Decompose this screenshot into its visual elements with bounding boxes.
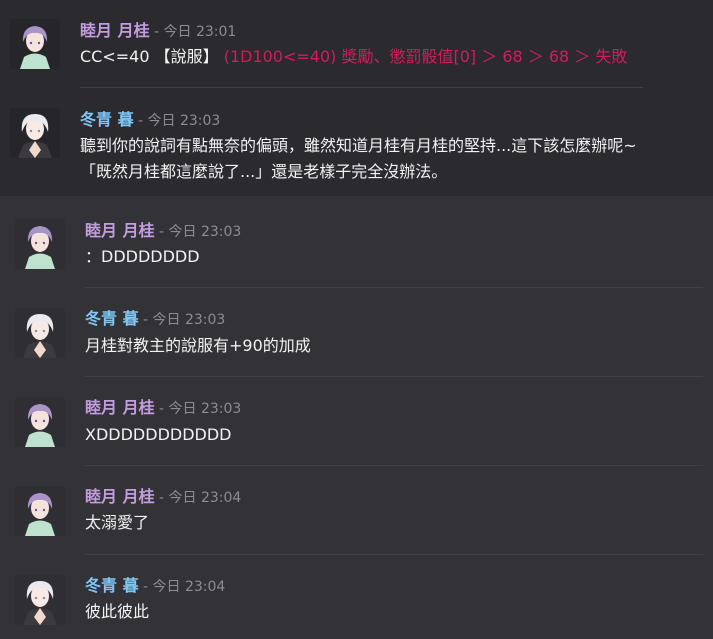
timestamp: 今日 23:03 — [152, 312, 226, 328]
author-name[interactable]: 冬青 暮 — [85, 309, 139, 328]
avatar[interactable] — [10, 19, 60, 69]
author-name[interactable]: 睦月 月桂 — [85, 221, 155, 240]
avatar[interactable] — [15, 486, 65, 536]
message-text: CC<=40 【說服】 (1D100<=40) 獎勵、懲罰骰值[0] ＞ 68 … — [80, 45, 627, 69]
message-text: 彼此彼此 — [85, 602, 150, 621]
white-hair-avatar-icon — [10, 108, 60, 158]
message-divider — [85, 287, 703, 288]
message-text: 太溺愛了 — [85, 513, 150, 532]
timestamp-separator: - — [154, 401, 169, 417]
timestamp-separator: - — [133, 113, 148, 129]
author-name[interactable]: 冬青 暮 — [85, 576, 139, 595]
message-divider — [80, 87, 643, 88]
author-name[interactable]: 冬青 暮 — [80, 110, 134, 129]
chat-log: 睦月 月桂 - 今日 23:01 CC<=40 【說服】 (1D100<=40)… — [0, 0, 713, 639]
avatar[interactable] — [15, 308, 65, 358]
timestamp: 今日 23:01 — [163, 24, 237, 40]
timestamp-separator: - — [154, 490, 169, 506]
white-hair-avatar-icon — [15, 575, 65, 625]
message-text: 「既然月桂都這麼說了...」還是老樣子完全沒辦法。 — [80, 162, 448, 181]
message-text: 月桂對教主的說服有+90的加成 — [85, 336, 311, 355]
avatar[interactable] — [15, 575, 65, 625]
avatar[interactable] — [10, 108, 60, 158]
author-name[interactable]: 睦月 月桂 — [85, 398, 155, 417]
message-text: 聽到你的說詞有點無奈的偏頭，雖然知道月桂有月桂的堅持...這下該怎麼辦呢~ — [80, 136, 637, 155]
avatar[interactable] — [15, 397, 65, 447]
dice-command: CC<=40 【說服】 — [80, 47, 219, 66]
timestamp: 今日 23:03 — [168, 401, 242, 417]
timestamp-separator: - — [149, 24, 164, 40]
message-text: ：DDDDDDDD — [85, 247, 200, 266]
lavender-hair-avatar-icon — [10, 19, 60, 69]
timestamp: 今日 23:03 — [147, 113, 221, 129]
message-divider — [85, 376, 703, 377]
timestamp-separator: - — [154, 224, 169, 240]
message-text: XDDDDDDDDDDD — [85, 425, 232, 444]
lavender-hair-avatar-icon — [15, 397, 65, 447]
message-divider — [85, 554, 703, 555]
author-name[interactable]: 睦月 月桂 — [85, 487, 155, 506]
avatar[interactable] — [15, 219, 65, 269]
lavender-hair-avatar-icon — [15, 486, 65, 536]
timestamp-separator: - — [138, 579, 153, 595]
dice-result: (1D100<=40) 獎勵、懲罰骰值[0] ＞ 68 ＞ 68 ＞ 失敗 — [223, 47, 628, 66]
white-hair-avatar-icon — [15, 308, 65, 358]
timestamp-separator: - — [138, 312, 153, 328]
lavender-hair-avatar-icon — [15, 219, 65, 269]
timestamp: 今日 23:03 — [168, 224, 242, 240]
timestamp: 今日 23:04 — [152, 579, 226, 595]
author-name[interactable]: 睦月 月桂 — [80, 21, 150, 40]
timestamp: 今日 23:04 — [168, 490, 242, 506]
message-divider — [85, 465, 703, 466]
